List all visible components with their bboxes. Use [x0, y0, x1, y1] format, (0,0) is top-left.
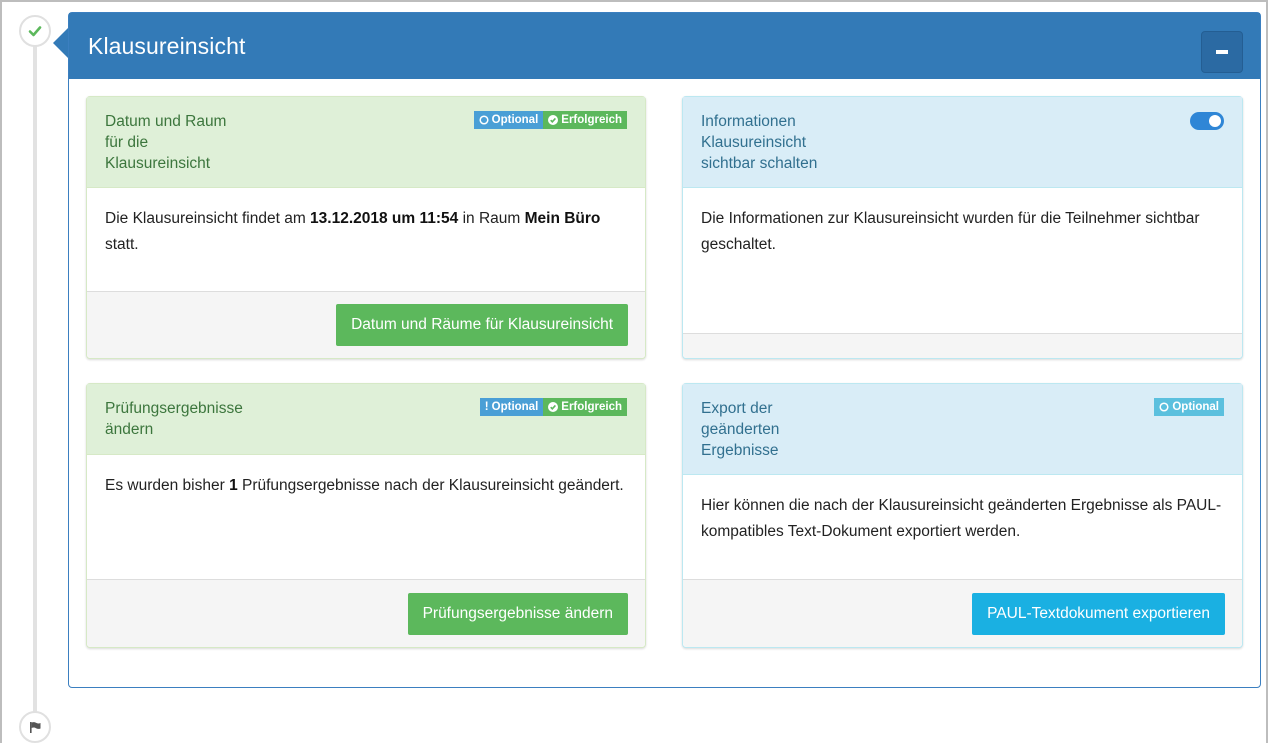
circle-icon: [1159, 402, 1169, 412]
date-rooms-button[interactable]: Datum und Räume für Klausureinsicht: [336, 304, 628, 346]
status-badges: Optional: [1154, 398, 1224, 416]
card-visibility: Informationen Klausureinsicht sichtbar s…: [682, 96, 1243, 359]
title-line: Export der: [701, 400, 773, 417]
badge-optional-label: Optional: [491, 114, 539, 126]
card-export-footer: PAUL-Textdokument exportieren: [683, 579, 1242, 647]
card-visibility-footer: [683, 333, 1242, 358]
card-date-room-title: Datum und Raum für die Klausureinsicht: [105, 111, 285, 174]
circle-icon: [479, 115, 489, 125]
body-text: in Raum: [458, 210, 525, 227]
exam-room: Mein Büro: [524, 210, 601, 227]
card-export-header: Export der geänderten Ergebnisse Optiona…: [683, 384, 1242, 475]
changed-count: 1: [229, 477, 238, 494]
minus-icon: [1216, 50, 1228, 54]
status-badges: Optional Erfolgreich: [473, 111, 627, 129]
timeline-line: [33, 44, 37, 712]
badge-optional-label: Optional: [1172, 401, 1219, 413]
card-results-footer: Prüfungsergebnisse ändern: [87, 579, 645, 647]
title-line: Datum und Raum: [105, 113, 227, 130]
status-badges: ! Optional Erfolgreich: [479, 398, 627, 416]
check-circle-icon: [548, 115, 559, 125]
title-line: ändern: [105, 421, 154, 438]
card-export: Export der geänderten Ergebnisse Optiona…: [682, 383, 1243, 648]
title-line: sichtbar schalten: [701, 155, 818, 172]
title-line: für die: [105, 134, 149, 151]
panel-header: Klausureinsicht: [69, 13, 1260, 79]
card-date-room: Datum und Raum für die Klausureinsicht O…: [86, 96, 646, 359]
change-results-button[interactable]: Prüfungsergebnisse ändern: [407, 593, 628, 635]
card-results-body: Es wurden bisher 1 Prüfungsergebnisse na…: [87, 455, 645, 517]
body-text: Hier können die nach der Klausureinsicht…: [701, 497, 1222, 540]
body-text: Die Informationen zur Klausureinsicht wu…: [701, 210, 1200, 253]
panel-title: Klausureinsicht: [88, 32, 246, 59]
card-results-title: Prüfungsergebnisse ändern: [105, 398, 285, 440]
exam-date: 13.12.2018 um 11:54: [310, 210, 459, 227]
card-date-room-footer: Datum und Räume für Klausureinsicht: [87, 291, 645, 358]
panel-pointer-arrow: [53, 27, 69, 59]
badge-success-label: Erfolgreich: [561, 401, 622, 413]
card-date-room-body: Die Klausureinsicht findet am 13.12.2018…: [87, 188, 645, 276]
toggle-knob: [1209, 115, 1221, 127]
check-circle-icon: [548, 402, 559, 412]
timeline-end-flag-icon: [19, 711, 51, 743]
card-export-title: Export der geänderten Ergebnisse: [701, 398, 881, 461]
badge-optional: Optional: [473, 111, 544, 129]
body-text: Die Klausureinsicht findet am: [105, 210, 311, 227]
title-line: Informationen: [701, 113, 796, 130]
card-visibility-title: Informationen Klausureinsicht sichtbar s…: [701, 111, 881, 174]
card-export-body: Hier können die nach der Klausureinsicht…: [683, 475, 1242, 563]
body-text: Es wurden bisher: [105, 477, 230, 494]
card-visibility-header: Informationen Klausureinsicht sichtbar s…: [683, 97, 1242, 188]
export-button[interactable]: PAUL-Textdokument exportieren: [972, 593, 1225, 635]
badge-optional: Optional: [1154, 398, 1224, 416]
visibility-toggle[interactable]: [1190, 112, 1224, 130]
body-text: statt.: [105, 236, 139, 253]
check-icon: [28, 26, 42, 37]
flag-icon: [30, 722, 41, 733]
badge-success-label: Erfolgreich: [561, 114, 622, 126]
card-results: Prüfungsergebnisse ändern ! Optional Erf…: [86, 383, 646, 648]
title-line: Klausureinsicht: [105, 155, 211, 172]
title-line: Prüfungsergebnisse: [105, 400, 243, 417]
badge-success: Erfolgreich: [543, 398, 627, 416]
exclamation-icon: !: [484, 401, 489, 413]
title-line: Ergebnisse: [701, 442, 779, 459]
title-line: Klausureinsicht: [701, 134, 807, 151]
card-visibility-body: Die Informationen zur Klausureinsicht wu…: [683, 188, 1242, 276]
timeline-step-check-icon: [19, 15, 51, 47]
badge-success: Erfolgreich: [543, 111, 627, 129]
klausureinsicht-panel: Klausureinsicht Datum und Raum für die K…: [68, 12, 1261, 688]
card-results-header: Prüfungsergebnisse ändern ! Optional Erf…: [87, 384, 645, 455]
badge-optional-label: Optional: [491, 401, 539, 413]
card-date-room-header: Datum und Raum für die Klausureinsicht O…: [87, 97, 645, 188]
badge-optional: ! Optional: [479, 398, 544, 416]
collapse-button[interactable]: [1201, 31, 1243, 73]
body-text: Prüfungsergebnisse nach der Klausureinsi…: [237, 477, 624, 494]
title-line: geänderten: [701, 421, 780, 438]
